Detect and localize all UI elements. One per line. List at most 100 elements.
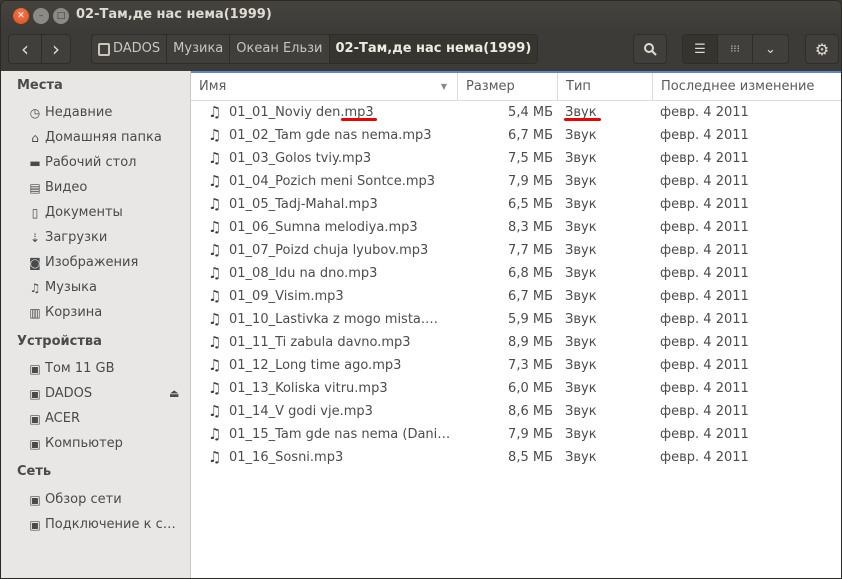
music-icon: ♫ <box>29 280 41 295</box>
download-icon: ⇣ <box>29 230 41 245</box>
file-row[interactable]: ♫ 01_15_Tam gde nas nema (Dani… 7,9 МБ З… <box>191 424 841 447</box>
sidebar-item-device[interactable]: ▣ DADOS <box>27 386 187 401</box>
file-modified: февр. 4 2011 <box>660 220 749 235</box>
drive-icon: ▣ <box>29 361 41 376</box>
search-button[interactable] <box>633 34 667 64</box>
sidebar-item-browse-network[interactable]: ▣ Обзор сети <box>27 492 187 507</box>
list-icon: ☰ <box>694 41 706 57</box>
back-button[interactable]: ‹ <box>8 34 42 64</box>
file-size: 7,9 МБ <box>508 427 553 442</box>
sidebar-item-place[interactable]: ▬ Рабочий стол <box>27 155 187 170</box>
server-icon: ▣ <box>29 517 41 532</box>
audio-file-icon: ♫ <box>208 218 222 236</box>
clock-icon: ◷ <box>29 105 41 120</box>
annotation-underline-type <box>564 118 601 121</box>
breadcrumb-music[interactable]: Музика <box>167 35 231 63</box>
sidebar-item-place[interactable]: ♫ Музыка <box>27 280 187 295</box>
sidebar-item-place[interactable]: ▤ Видео <box>27 180 187 195</box>
file-modified: февр. 4 2011 <box>660 128 749 143</box>
view-options-button[interactable]: ⌄ <box>752 34 789 64</box>
file-row[interactable]: ♫ 01_09_Visim.mp3 6,7 МБ Звук февр. 4 20… <box>191 286 841 309</box>
close-button[interactable]: ✕ <box>13 8 29 24</box>
film-icon: ▤ <box>29 180 41 195</box>
audio-file-icon: ♫ <box>208 241 222 259</box>
sidebar-item-label: Загрузки <box>45 230 108 245</box>
breadcrumb-current[interactable]: 02-Там,де нас нема(1999) <box>329 35 538 63</box>
column-modified[interactable]: Последнее изменение <box>653 73 841 101</box>
toolbar: ‹ › DADOS Музика Океан Ельзи 02-Там,де н… <box>1 31 841 71</box>
file-row[interactable]: ♫ 01_14_V godi vje.mp3 8,6 МБ Звук февр.… <box>191 401 841 424</box>
search-icon <box>644 43 657 56</box>
file-type: Звук <box>565 358 597 373</box>
eject-icon[interactable]: ⏏ <box>169 387 179 400</box>
sidebar-item-device[interactable]: ▣ Компьютер <box>27 436 187 451</box>
file-row[interactable]: ♫ 01_01_Noviy den.mp3 5,4 МБ Звук февр. … <box>191 102 841 125</box>
places-heading: Места <box>17 78 63 93</box>
sidebar-item-label: Видео <box>45 180 88 195</box>
grid-view-button[interactable]: ⁝⁝⁝ <box>717 34 753 64</box>
file-modified: февр. 4 2011 <box>660 289 749 304</box>
sidebar-item-label: Музыка <box>45 280 97 295</box>
breadcrumb-dados[interactable]: DADOS <box>92 35 168 63</box>
sidebar-item-device[interactable]: ▣ ACER <box>27 411 187 426</box>
file-name: 01_12_Long time ago.mp3 <box>229 358 402 373</box>
sidebar-item-device[interactable]: ▣ Том 11 GB <box>27 361 187 376</box>
file-modified: февр. 4 2011 <box>660 358 749 373</box>
sidebar-item-place[interactable]: ▯ Документы <box>27 205 187 220</box>
file-modified: февр. 4 2011 <box>660 335 749 350</box>
file-row[interactable]: ♫ 01_03_Golos tviy.mp3 7,5 МБ Звук февр.… <box>191 148 841 171</box>
sidebar-item-label: Рабочий стол <box>45 155 137 170</box>
file-row[interactable]: ♫ 01_12_Long time ago.mp3 7,3 МБ Звук фе… <box>191 355 841 378</box>
file-row[interactable]: ♫ 01_05_Tadj-Mahal.mp3 6,5 МБ Звук февр.… <box>191 194 841 217</box>
file-size: 7,9 МБ <box>508 174 553 189</box>
sidebar-item-place[interactable]: ⌂ Домашняя папка <box>27 130 187 145</box>
file-row[interactable]: ♫ 01_08_Idu na dno.mp3 6,8 МБ Звук февр.… <box>191 263 841 286</box>
file-type: Звук <box>565 450 597 465</box>
file-type: Звук <box>565 404 597 419</box>
breadcrumb-label: DADOS <box>113 41 161 56</box>
file-modified: февр. 4 2011 <box>660 312 749 327</box>
sidebar-item-connect-server[interactable]: ▣ Подключение к с… <box>27 517 187 532</box>
annotation-underline-extension <box>341 118 377 121</box>
column-type[interactable]: Тип <box>558 73 653 101</box>
breadcrumb-okean-elzy[interactable]: Океан Ельзи <box>230 35 330 63</box>
drive-icon: ▣ <box>29 386 41 401</box>
maximize-button[interactable]: □ <box>53 8 69 24</box>
file-size: 8,3 МБ <box>508 220 553 235</box>
sidebar-item-place[interactable]: ◷ Недавние <box>27 105 187 120</box>
document-icon: ▯ <box>31 205 39 220</box>
forward-button[interactable]: › <box>41 34 71 64</box>
audio-file-icon: ♫ <box>208 103 222 121</box>
file-size: 8,6 МБ <box>508 404 553 419</box>
sidebar-item-place[interactable]: ▥ Корзина <box>27 305 187 320</box>
file-size: 6,8 МБ <box>508 266 553 281</box>
file-row[interactable]: ♫ 01_13_Koliska vitru.mp3 6,0 МБ Звук фе… <box>191 378 841 401</box>
file-name: 01_06_Sumna melodiya.mp3 <box>229 220 418 235</box>
sidebar-item-label: Корзина <box>45 305 103 320</box>
file-row[interactable]: ♫ 01_10_Lastivka z mogo mista.… 5,9 МБ З… <box>191 309 841 332</box>
file-row[interactable]: ♫ 01_06_Sumna melodiya.mp3 8,3 МБ Звук ф… <box>191 217 841 240</box>
file-modified: февр. 4 2011 <box>660 105 749 120</box>
file-type: Звук <box>565 335 597 350</box>
file-modified: февр. 4 2011 <box>660 151 749 166</box>
sidebar-item-place[interactable]: ⇣ Загрузки <box>27 230 187 245</box>
file-row[interactable]: ♫ 01_07_Poizd chuja lyubov.mp3 7,7 МБ Зв… <box>191 240 841 263</box>
file-size: 8,5 МБ <box>508 450 553 465</box>
file-type: Звук <box>565 151 597 166</box>
file-name: 01_08_Idu na dno.mp3 <box>229 266 378 281</box>
file-row[interactable]: ♫ 01_02_Tam gde nas nema.mp3 6,7 МБ Звук… <box>191 125 841 148</box>
column-name[interactable]: Имя ▼ <box>191 73 458 101</box>
drive-icon <box>98 42 110 56</box>
file-row[interactable]: ♫ 01_04_Pozich meni Sontce.mp3 7,9 МБ Зв… <box>191 171 841 194</box>
settings-button[interactable]: ⚙ <box>805 34 839 64</box>
file-row[interactable]: ♫ 01_16_Sosni.mp3 8,5 МБ Звук февр. 4 20… <box>191 447 841 470</box>
file-row[interactable]: ♫ 01_11_Ti zabula davno.mp3 8,9 МБ Звук … <box>191 332 841 355</box>
sidebar-item-place[interactable]: ◙ Изображения <box>27 255 187 270</box>
column-size[interactable]: Размер <box>458 73 558 101</box>
folder-icon: ▬ <box>29 155 41 170</box>
gear-icon: ⚙ <box>814 39 830 59</box>
file-size: 5,4 МБ <box>508 105 553 120</box>
list-view-button[interactable]: ☰ <box>682 34 718 64</box>
camera-icon: ◙ <box>29 255 41 270</box>
minimize-button[interactable]: – <box>33 8 49 24</box>
